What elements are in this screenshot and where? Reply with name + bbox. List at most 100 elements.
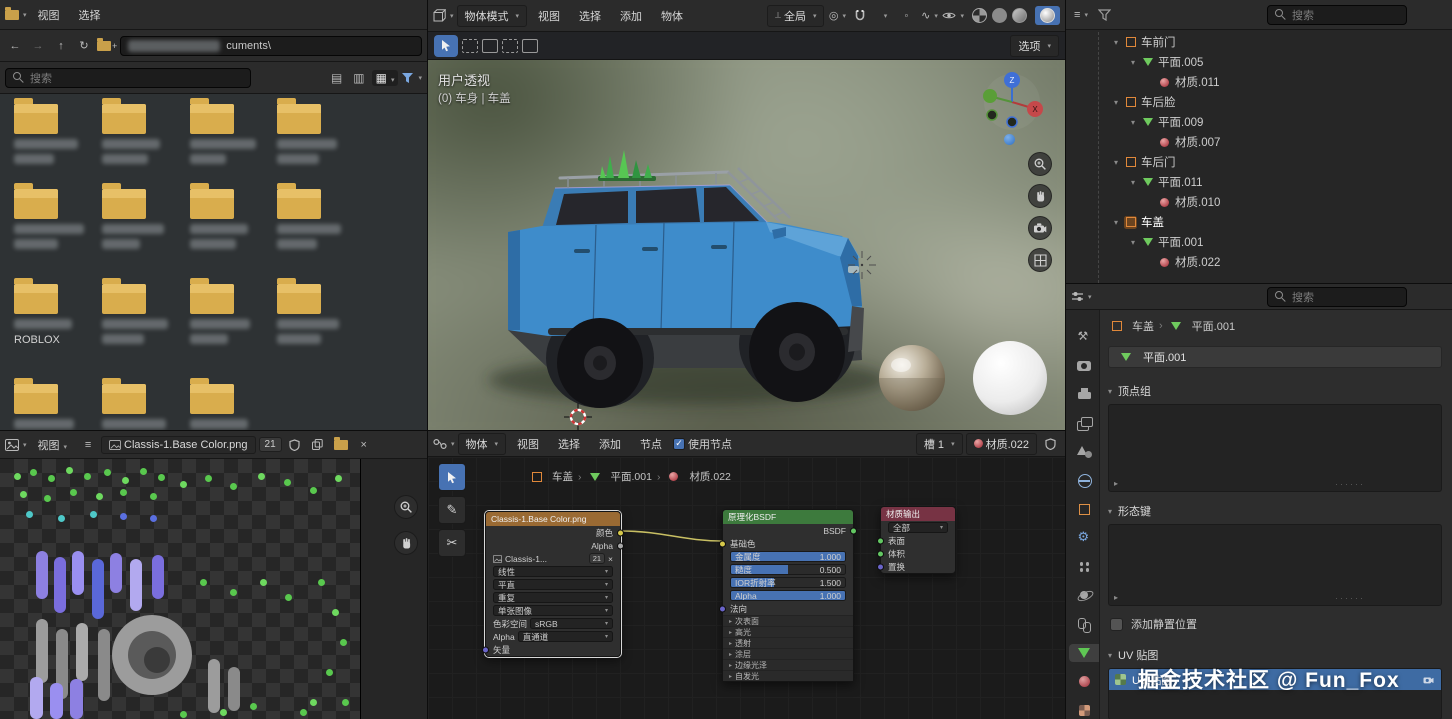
- select-box-tool[interactable]: [434, 35, 458, 57]
- mode-selector[interactable]: 物体模式: [457, 5, 528, 27]
- outliner-row[interactable]: 材质.011: [1066, 72, 1452, 92]
- menu-add[interactable]: 添加: [612, 6, 650, 26]
- select-mode-intersect[interactable]: [522, 39, 538, 53]
- properties-tab-tool[interactable]: [1069, 328, 1099, 346]
- unlink-button[interactable]: ×: [608, 554, 613, 564]
- menu-view[interactable]: 视图: [30, 435, 76, 455]
- transform-orientation-selector[interactable]: ⟂全局: [767, 5, 825, 27]
- menu-view[interactable]: 视图: [530, 6, 568, 26]
- properties-search-input[interactable]: 搜索: [1267, 287, 1407, 307]
- forward-button[interactable]: →: [28, 36, 48, 56]
- properties-tab-viewlayer[interactable]: [1069, 414, 1099, 432]
- menu-select[interactable]: 选择: [550, 434, 588, 454]
- dropdown-平直[interactable]: 平直: [493, 579, 613, 590]
- bsdf-section-高光[interactable]: ▸高光: [723, 626, 853, 637]
- snap-toggle[interactable]: [850, 6, 870, 26]
- folder-item[interactable]: [102, 104, 182, 164]
- folder-item[interactable]: [190, 284, 270, 344]
- image-datablock-selector[interactable]: Classis-1.Base Color.png: [101, 436, 256, 454]
- normal-input-socket[interactable]: [719, 605, 726, 612]
- shading-rendered-active[interactable]: [1035, 6, 1060, 25]
- alpha-mode-selector[interactable]: 直通道: [518, 631, 613, 642]
- editor-type-button[interactable]: [433, 6, 454, 26]
- properties-tab-data[interactable]: [1069, 644, 1099, 662]
- target-selector[interactable]: 全部: [888, 522, 948, 533]
- select-mode-new[interactable]: [462, 39, 478, 53]
- bsdf-section-透射[interactable]: ▸透射: [723, 637, 853, 648]
- bsdf-section-次表面[interactable]: ▸次表面: [723, 615, 853, 626]
- list-filter-toggle[interactable]: ▸: [1114, 479, 1118, 488]
- folder-item[interactable]: [102, 384, 182, 429]
- outliner-row[interactable]: ▾平面.009: [1066, 112, 1452, 132]
- slot-selector[interactable]: 槽 1: [916, 433, 963, 455]
- breadcrumb-object[interactable]: 车盖: [552, 469, 573, 484]
- outliner-row[interactable]: 材质.010: [1066, 192, 1452, 212]
- base-color-input-socket[interactable]: [719, 540, 726, 547]
- expand-chevron-icon[interactable]: ▾: [1110, 218, 1122, 227]
- alpha-output-socket[interactable]: [617, 542, 624, 549]
- display-horizontal-list-button[interactable]: ▥: [349, 70, 368, 86]
- vertex-groups-panel-header[interactable]: ▾顶点组: [1108, 382, 1442, 400]
- select-mode-subtract[interactable]: [502, 39, 518, 53]
- slider-糙度[interactable]: 糙度0.500: [730, 564, 846, 575]
- folder-item[interactable]: ROBLOX: [14, 284, 94, 346]
- add-rest-position-checkbox[interactable]: [1110, 618, 1123, 631]
- breadcrumb-mesh[interactable]: 平面.001: [611, 469, 652, 484]
- unlink-image-button[interactable]: ×: [354, 435, 374, 455]
- outliner-row[interactable]: ▾车后脸: [1066, 92, 1452, 112]
- camera-view-dot[interactable]: [1004, 134, 1015, 145]
- breadcrumb-material[interactable]: 材质.022: [689, 469, 730, 484]
- refresh-button[interactable]: ↻: [74, 36, 94, 56]
- properties-tab-constraints[interactable]: [1069, 615, 1099, 633]
- uv-maps-panel-header[interactable]: ▾UV 贴图: [1108, 646, 1442, 664]
- cut-links-tool[interactable]: ✂: [438, 529, 466, 557]
- outliner-row[interactable]: ▾平面.011: [1066, 172, 1452, 192]
- 体积-input-socket[interactable]: [877, 550, 884, 557]
- folder-item[interactable]: [102, 189, 182, 249]
- editor-type-button[interactable]: [1071, 287, 1092, 307]
- shape-keys-panel-header[interactable]: ▾形态键: [1108, 502, 1442, 520]
- expand-chevron-icon[interactable]: ▾: [1127, 118, 1139, 127]
- filter-button[interactable]: [401, 68, 422, 88]
- menu-view[interactable]: 视图: [509, 434, 547, 454]
- properties-tab-particles[interactable]: [1069, 558, 1099, 576]
- image-selector-row[interactable]: Classis-1... 21 ×: [486, 552, 620, 565]
- outliner-row[interactable]: ▾车盖: [1066, 212, 1452, 232]
- list-resize-grip[interactable]: ······: [1335, 479, 1365, 489]
- slider-Alpha[interactable]: Alpha1.000: [730, 590, 846, 601]
- expand-chevron-icon[interactable]: ▾: [1127, 238, 1139, 247]
- camera-view-button[interactable]: [1028, 216, 1052, 240]
- expand-chevron-icon[interactable]: ▾: [1110, 158, 1122, 167]
- material-selector[interactable]: 材质.022: [966, 433, 1037, 455]
- menu-select[interactable]: 选择: [71, 5, 109, 25]
- datablock-id-row[interactable]: 平面.001: [1108, 346, 1442, 368]
- vertex-groups-list[interactable]: ▸ ······: [1108, 404, 1442, 492]
- shading-solid-button[interactable]: [992, 8, 1007, 23]
- texture-canvas[interactable]: [0, 459, 361, 719]
- slider-IOR折射率[interactable]: IOR折射率1.500: [730, 577, 846, 588]
- select-tool[interactable]: [438, 463, 466, 491]
- slider-金属度[interactable]: 金属度1.000: [730, 551, 846, 562]
- menu-object[interactable]: 物体: [653, 6, 691, 26]
- navigation-gizmo[interactable]: X Z: [980, 70, 1044, 134]
- breadcrumb-data[interactable]: 平面.001: [1192, 318, 1235, 334]
- properties-tab-physics[interactable]: [1069, 586, 1099, 604]
- folder-item[interactable]: [14, 104, 94, 164]
- zoom-button[interactable]: [394, 495, 418, 519]
- folder-item[interactable]: [277, 284, 357, 344]
- use-nodes-checkbox[interactable]: ✓: [673, 438, 685, 450]
- open-image-button[interactable]: [331, 435, 351, 455]
- node-title[interactable]: 原理化BSDF: [723, 510, 853, 524]
- menu-add[interactable]: 添加: [591, 434, 629, 454]
- folder-item[interactable]: [190, 189, 270, 249]
- folder-item[interactable]: [14, 384, 94, 429]
- outliner-search-input[interactable]: 搜索: [1267, 5, 1407, 25]
- outliner-filter-button[interactable]: [1094, 5, 1114, 25]
- shading-wireframe-button[interactable]: [972, 8, 987, 23]
- properties-tab-material[interactable]: [1069, 673, 1099, 691]
- folder-item[interactable]: [190, 384, 270, 429]
- users-count-badge[interactable]: 21: [259, 437, 282, 452]
- bsdf-section-边缘光泽[interactable]: ▸边缘光泽: [723, 659, 853, 670]
- pan-button[interactable]: [394, 531, 418, 555]
- node-title[interactable]: 材质输出: [881, 507, 955, 521]
